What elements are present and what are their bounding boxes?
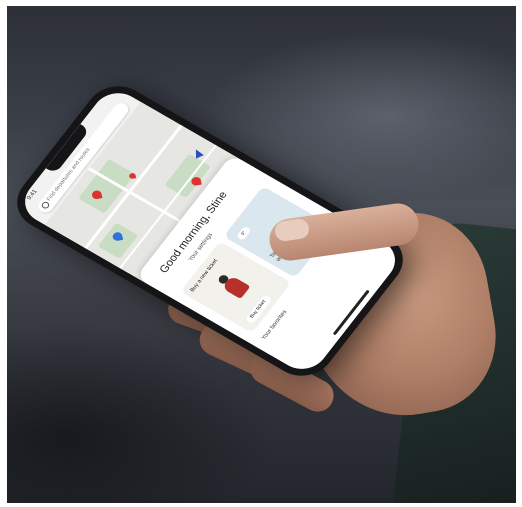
status-time: 9:41: [26, 188, 39, 202]
map-pin-icon[interactable]: [111, 231, 124, 242]
temperature-chip: 9°: [235, 225, 252, 241]
map-pin-icon[interactable]: [128, 172, 137, 180]
card-title: Buy a new ticket: [189, 258, 220, 293]
search-icon: [40, 200, 51, 210]
photo-frame: 9:41 Find departures and routes Good mor…: [7, 6, 516, 503]
buy-ticket-button[interactable]: Buy ticket: [244, 294, 273, 325]
map-park: [78, 158, 136, 214]
map-pin-icon[interactable]: [91, 189, 103, 200]
map-pin-icon[interactable]: [190, 176, 202, 187]
